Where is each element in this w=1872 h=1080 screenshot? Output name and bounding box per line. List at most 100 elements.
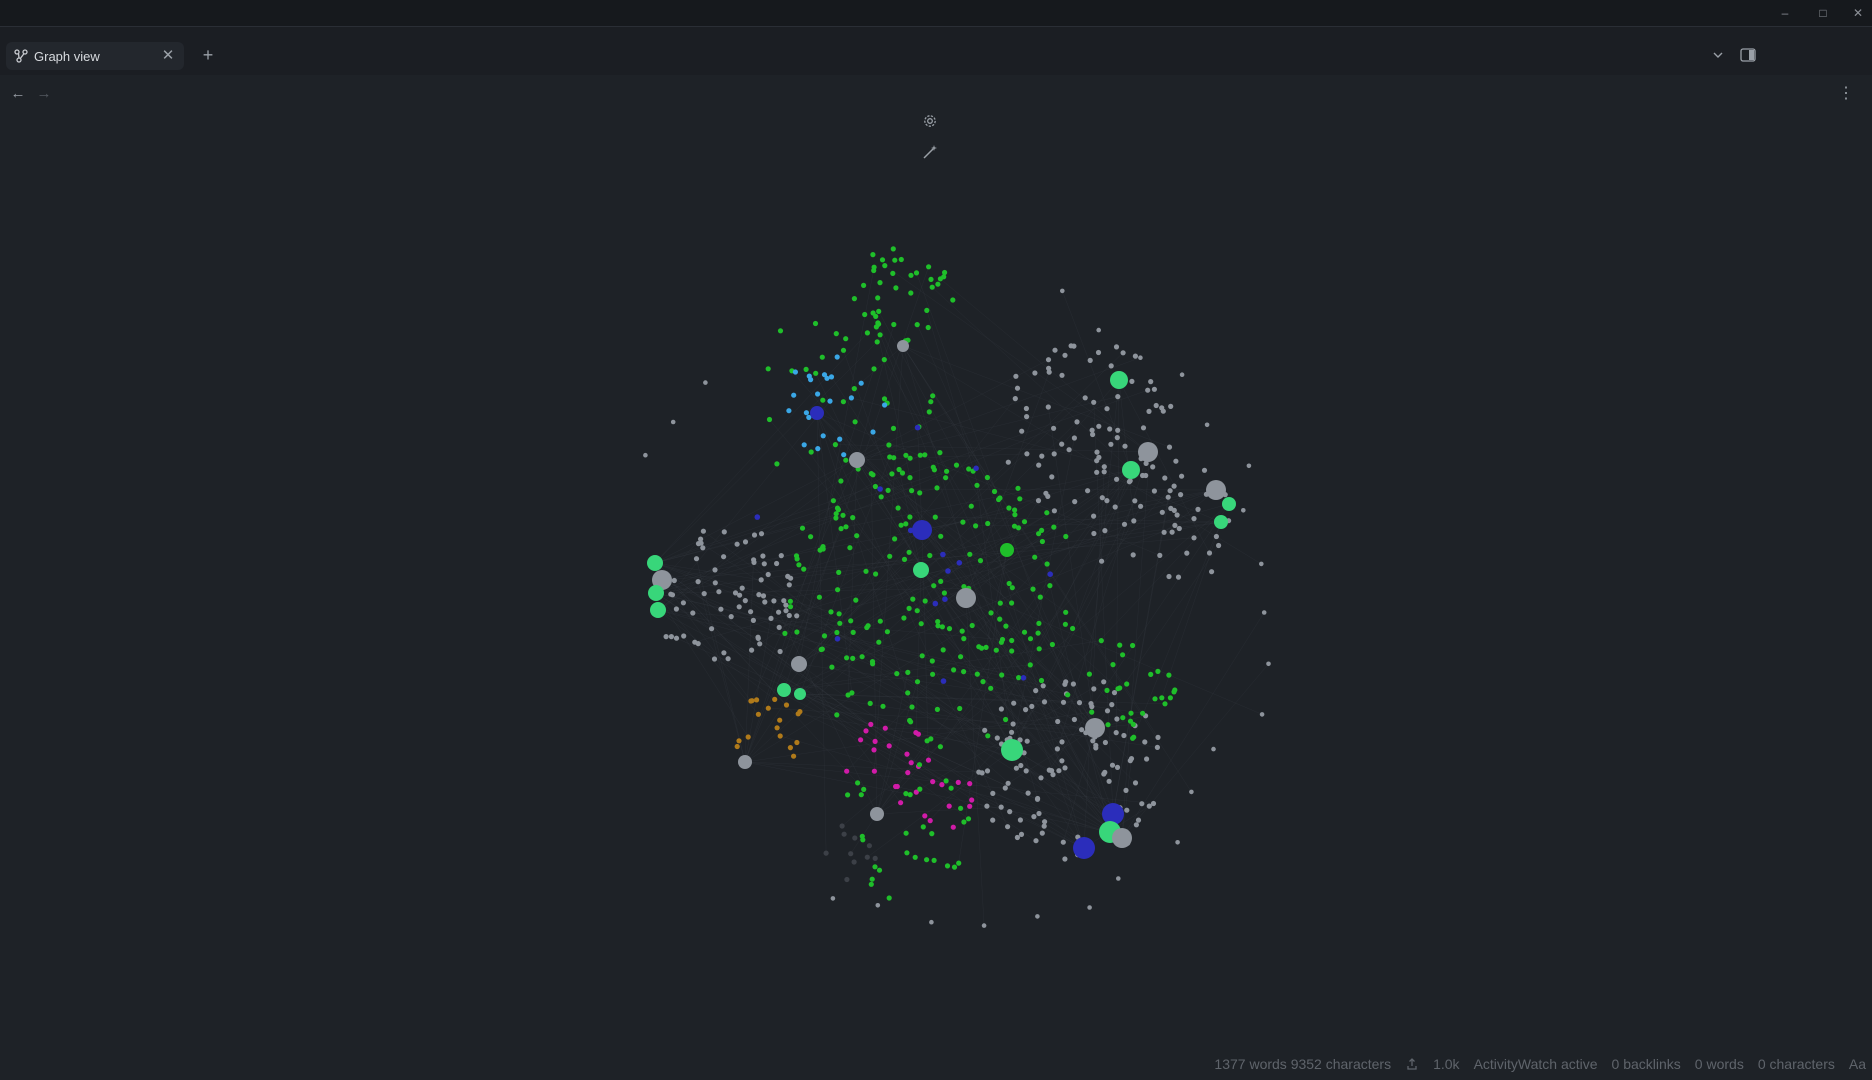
graph-node[interactable] <box>1014 385 1021 391</box>
graph-node[interactable] <box>1012 512 1018 518</box>
graph-node[interactable] <box>871 267 877 274</box>
graph-node[interactable] <box>1049 474 1055 480</box>
graph-node[interactable] <box>1157 552 1163 558</box>
graph-node[interactable] <box>969 622 975 629</box>
graph-node[interactable] <box>1015 485 1021 491</box>
graph-node[interactable] <box>1138 355 1143 360</box>
graph-node[interactable] <box>711 656 718 662</box>
graph-node[interactable] <box>1037 594 1043 600</box>
graph-node[interactable] <box>755 635 761 641</box>
graph-node[interactable] <box>1115 394 1121 400</box>
graph-node[interactable] <box>1209 569 1215 575</box>
graph-node[interactable] <box>1093 742 1099 748</box>
graph-node[interactable] <box>777 648 783 655</box>
graph-node[interactable] <box>1041 823 1047 829</box>
graph-node[interactable] <box>1059 758 1065 764</box>
graph-node[interactable] <box>956 860 962 866</box>
graph-node[interactable] <box>981 923 987 928</box>
graph-node[interactable] <box>917 452 923 458</box>
graph-node[interactable] <box>1201 467 1208 473</box>
graph-node[interactable] <box>1033 838 1039 844</box>
graph-node[interactable] <box>799 525 806 531</box>
graph-node[interactable] <box>990 817 996 823</box>
graph-node[interactable] <box>908 760 914 766</box>
graph-node[interactable] <box>1076 700 1083 706</box>
graph-node[interactable] <box>725 656 731 662</box>
graph-node[interactable] <box>940 678 947 684</box>
graph-node[interactable] <box>1113 730 1119 736</box>
graph-node[interactable] <box>1106 778 1112 784</box>
graph-node[interactable] <box>738 755 752 769</box>
graph-node[interactable] <box>884 629 891 635</box>
graph-node[interactable] <box>852 835 858 841</box>
graph-node[interactable] <box>845 792 851 798</box>
graph-node[interactable] <box>1167 695 1173 701</box>
graph-node[interactable] <box>1094 449 1100 455</box>
graph-node[interactable] <box>872 483 879 490</box>
graph-node[interactable] <box>918 621 924 627</box>
graph-node[interactable] <box>910 596 916 602</box>
graph-node[interactable] <box>791 753 797 759</box>
graph-node[interactable] <box>1162 701 1168 707</box>
graph-node[interactable] <box>1032 554 1038 560</box>
graph-node[interactable] <box>877 332 883 338</box>
graph-node[interactable] <box>1166 444 1173 450</box>
graph-node[interactable] <box>946 626 953 632</box>
graph-node[interactable] <box>1009 585 1015 591</box>
graph-node[interactable] <box>1060 288 1065 294</box>
graph-node[interactable] <box>1117 642 1123 648</box>
graph-node[interactable] <box>1168 505 1174 511</box>
graph-node[interactable] <box>870 807 884 821</box>
graph-node[interactable] <box>861 282 867 288</box>
graph-node[interactable] <box>958 654 964 660</box>
graph-node[interactable] <box>643 452 648 458</box>
graph-node[interactable] <box>870 661 876 667</box>
graph-node[interactable] <box>794 556 800 562</box>
graph-node[interactable] <box>1154 744 1160 751</box>
graph-node[interactable] <box>944 863 951 869</box>
graph-node[interactable] <box>876 867 883 873</box>
graph-node[interactable] <box>1112 828 1132 848</box>
graph-node[interactable] <box>1016 675 1022 681</box>
graph-node[interactable] <box>771 598 777 604</box>
graph-node[interactable] <box>774 461 780 467</box>
graph-node[interactable] <box>1091 399 1097 405</box>
graph-node[interactable] <box>1096 454 1102 460</box>
graph-node[interactable] <box>681 633 687 639</box>
graph-node[interactable] <box>934 485 940 491</box>
graph-node[interactable] <box>1051 451 1057 457</box>
graph-node[interactable] <box>1019 428 1025 434</box>
graph-node[interactable] <box>1003 716 1009 723</box>
graph-node[interactable] <box>973 523 979 529</box>
graph-node[interactable] <box>1094 469 1100 475</box>
graph-node[interactable] <box>758 531 765 537</box>
graph-node[interactable] <box>1059 739 1065 745</box>
graph-node[interactable] <box>695 541 702 547</box>
graph-node[interactable] <box>835 587 841 593</box>
graph-node[interactable] <box>756 592 762 598</box>
graph-node[interactable] <box>848 851 854 857</box>
graph-node[interactable] <box>958 805 964 811</box>
graph-node[interactable] <box>956 560 963 566</box>
graph-node[interactable] <box>1006 580 1012 587</box>
graph-node[interactable] <box>872 855 878 862</box>
graph-node[interactable] <box>1120 715 1126 721</box>
graph-node[interactable] <box>1014 834 1021 841</box>
graph-node[interactable] <box>930 393 936 399</box>
graph-node[interactable] <box>929 658 935 664</box>
graph-node[interactable] <box>734 743 740 750</box>
graph-node[interactable] <box>951 864 958 870</box>
graph-node[interactable] <box>931 583 937 589</box>
graph-node[interactable] <box>690 610 696 616</box>
graph-node[interactable] <box>1189 789 1194 795</box>
graph-node[interactable] <box>1035 630 1041 636</box>
graph-node[interactable] <box>1259 712 1265 717</box>
graph-node[interactable] <box>670 419 676 425</box>
graph-node[interactable] <box>926 264 932 270</box>
graph-node[interactable] <box>1206 480 1226 500</box>
graph-node[interactable] <box>1101 464 1107 470</box>
graph-node[interactable] <box>1121 521 1128 527</box>
graph-node[interactable] <box>1179 473 1185 479</box>
graph-node[interactable] <box>1056 768 1062 774</box>
graph-node[interactable] <box>951 667 957 673</box>
